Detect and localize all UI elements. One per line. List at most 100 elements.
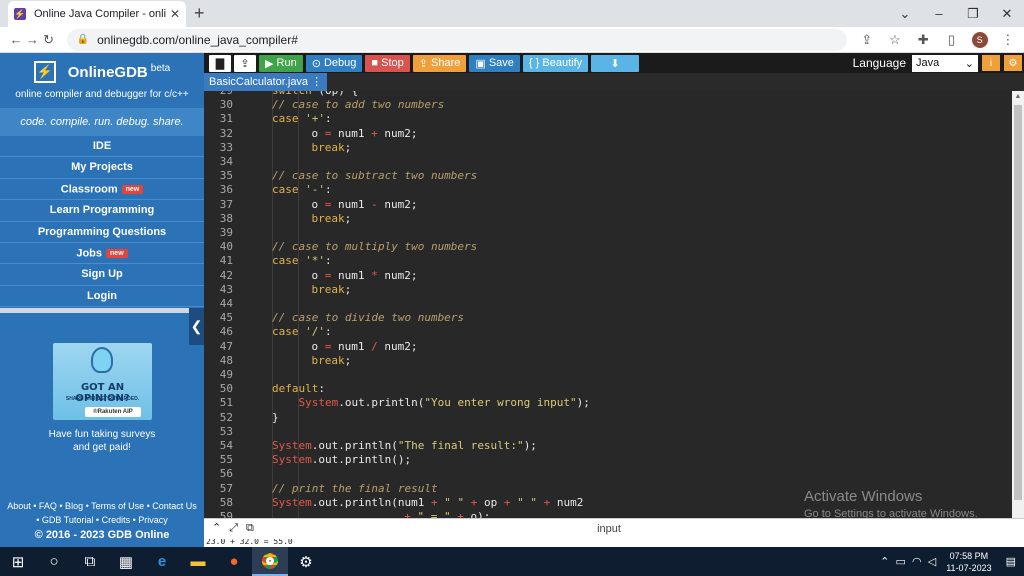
- scroll-up-icon[interactable]: ▲: [1012, 91, 1024, 103]
- share-page-icon[interactable]: ⇪: [859, 32, 875, 48]
- line-number: 47: [219, 339, 233, 353]
- info-button[interactable]: i: [982, 55, 1000, 71]
- line-number: 42: [219, 268, 233, 282]
- tab-search-icon[interactable]: ⌄: [888, 6, 922, 22]
- close-window-icon[interactable]: ✕: [990, 6, 1024, 22]
- tray-chevron-icon[interactable]: ⌃: [880, 555, 889, 568]
- new-tab-icon[interactable]: +: [194, 3, 205, 24]
- lightbulb-icon: [91, 347, 113, 373]
- share-button[interactable]: ⇪ Share: [412, 54, 467, 72]
- sidebar-item-jobs[interactable]: Jobs new: [0, 243, 204, 265]
- chrome-icon[interactable]: [252, 547, 288, 576]
- forward-icon[interactable]: →: [24, 32, 40, 47]
- app-icon[interactable]: ⚙: [288, 547, 324, 576]
- firefox-icon[interactable]: ●: [216, 547, 252, 576]
- code-text: + " = " + o);: [404, 510, 491, 518]
- sidebar-item-ide[interactable]: IDE: [0, 136, 204, 158]
- code-text: o = num1 / num2;: [285, 339, 418, 353]
- footer-links-2[interactable]: • GDB Tutorial • Credits • Privacy: [0, 513, 204, 527]
- code-text: // case to divide two numbers: [272, 311, 465, 325]
- collapse-sidebar-icon[interactable]: ❮: [189, 308, 204, 345]
- back-icon[interactable]: ←: [8, 32, 24, 47]
- download-button[interactable]: ⬇: [591, 54, 640, 72]
- beautify-button[interactable]: { } Beautify: [522, 54, 589, 72]
- taskbar-clock[interactable]: 07:58 PM 11-07-2023: [946, 550, 991, 574]
- language-select[interactable]: Java ⌄: [912, 54, 978, 72]
- debug-button[interactable]: ⊙ Debug: [305, 54, 363, 72]
- run-button[interactable]: ▶ Run: [259, 54, 303, 72]
- settings-button[interactable]: ⚙: [1004, 55, 1022, 71]
- sidebar-item-classroom[interactable]: Classroom new: [0, 179, 204, 201]
- code-text: case '*':: [272, 254, 332, 268]
- browser-tab-title: Online Java Compiler - online ed: [34, 8, 166, 20]
- line-number: 58: [219, 495, 233, 509]
- sidebar-item-learn-programming[interactable]: Learn Programming: [0, 200, 204, 222]
- info-icon: i: [989, 57, 993, 69]
- new-file-button[interactable]: ▇: [209, 54, 231, 72]
- line-number: 55: [219, 453, 233, 467]
- language-label: Language: [852, 56, 906, 70]
- code-editor[interactable]: 29 switch (op) {30 // case to add two numb…: [204, 91, 1012, 518]
- notifications-icon[interactable]: ▤: [1006, 555, 1016, 568]
- lock-icon: 🔒: [76, 34, 90, 45]
- input-tab[interactable]: input: [584, 523, 634, 535]
- copy-icon[interactable]: ⧉: [246, 522, 262, 534]
- line-number: 45: [219, 311, 233, 325]
- code-line: 43 break;: [204, 283, 1012, 297]
- file-tab-basic-calculator[interactable]: BasicCalculator.java ⋮: [204, 73, 328, 91]
- survey-ad-banner[interactable]: GOT AN OPINION? SHARE AND GET REWARDED. …: [53, 343, 152, 420]
- upload-button[interactable]: ⇪: [234, 54, 256, 72]
- code-line: 35 // case to subtract two numbers: [204, 169, 1012, 183]
- code-line: 36 case '-':: [204, 183, 1012, 197]
- bookmark-star-icon[interactable]: ☆: [887, 32, 903, 48]
- debug-icon: ⊙: [311, 57, 324, 70]
- stop-button[interactable]: ■ Stop: [365, 54, 410, 72]
- sidebar-item-my-projects[interactable]: My Projects: [0, 157, 204, 179]
- windows-start-icon[interactable]: ⊞: [0, 547, 36, 576]
- task-view-icon[interactable]: ⧉: [72, 547, 108, 576]
- sidebar-item-sign-up[interactable]: Sign Up: [0, 264, 204, 286]
- extensions-icon[interactable]: ✚: [915, 32, 931, 48]
- code-text: case '/':: [272, 325, 332, 339]
- code-text: // case to subtract two numbers: [272, 169, 478, 183]
- window-controls: ⌄ – ❐ ✕: [888, 0, 1024, 27]
- line-number: 39: [219, 226, 233, 239]
- code-line: 39: [204, 226, 1012, 240]
- browser-menu-icon[interactable]: ⋮: [1000, 32, 1016, 48]
- chevron-up-icon[interactable]: ⌃: [212, 522, 229, 534]
- save-button[interactable]: ▣ Save: [469, 54, 520, 72]
- code-line: 49: [204, 368, 1012, 382]
- volume-icon[interactable]: ◁: [928, 555, 936, 568]
- search-icon[interactable]: ○: [36, 547, 72, 576]
- edge-icon[interactable]: e: [144, 547, 180, 576]
- close-tab-icon[interactable]: ✕: [170, 7, 180, 21]
- reload-icon[interactable]: ↻: [40, 32, 56, 48]
- gear-icon: ⚙: [1008, 57, 1018, 69]
- sidebar-item-programming-questions[interactable]: Programming Questions: [0, 222, 204, 243]
- wifi-icon[interactable]: ◠: [912, 555, 922, 568]
- store-icon[interactable]: ▦: [108, 547, 144, 576]
- file-tabs: BasicCalculator.java ⋮: [204, 73, 1024, 91]
- code-line: 46 case '/':: [204, 325, 1012, 339]
- code-line: 40 // case to multiply two numbers: [204, 240, 1012, 254]
- code-line: 33 break;: [204, 141, 1012, 155]
- code-text: break;: [285, 211, 352, 225]
- editor-toolbar: ▇ ⇪ ▶ Run ⊙ Debug ■ Stop ⇪ Share ▣ Save …: [204, 53, 1024, 73]
- expand-icon[interactable]: ⤢: [229, 522, 246, 534]
- restore-icon[interactable]: ❐: [956, 6, 990, 22]
- scrollbar-thumb[interactable]: [1014, 105, 1022, 500]
- logo[interactable]: ⚡ OnlineGDB beta online compiler and debu…: [0, 53, 204, 108]
- minimize-icon[interactable]: –: [922, 6, 956, 21]
- side-panel-icon[interactable]: ▯: [943, 32, 959, 48]
- browser-tab[interactable]: ⚡ Online Java Compiler - online ed ✕: [8, 1, 186, 27]
- sidebar-item-login[interactable]: Login: [0, 286, 204, 308]
- sidebar-nav: IDE My Projects Classroom new Learn Progr…: [0, 136, 204, 308]
- profile-avatar[interactable]: S: [971, 31, 988, 48]
- editor-scrollbar[interactable]: ▲: [1012, 91, 1024, 518]
- url-field[interactable]: 🔒 onlinegdb.com/online_java_compiler#: [66, 28, 847, 51]
- code-line: 37 o = num1 - num2;: [204, 198, 1012, 212]
- footer-links-1[interactable]: About • FAQ • Blog • Terms of Use • Cont…: [0, 499, 204, 513]
- file-explorer-icon[interactable]: ▬: [180, 547, 216, 576]
- battery-icon[interactable]: ▭: [895, 555, 905, 568]
- ad-subline: SHARE AND GET REWARDED.: [65, 396, 140, 402]
